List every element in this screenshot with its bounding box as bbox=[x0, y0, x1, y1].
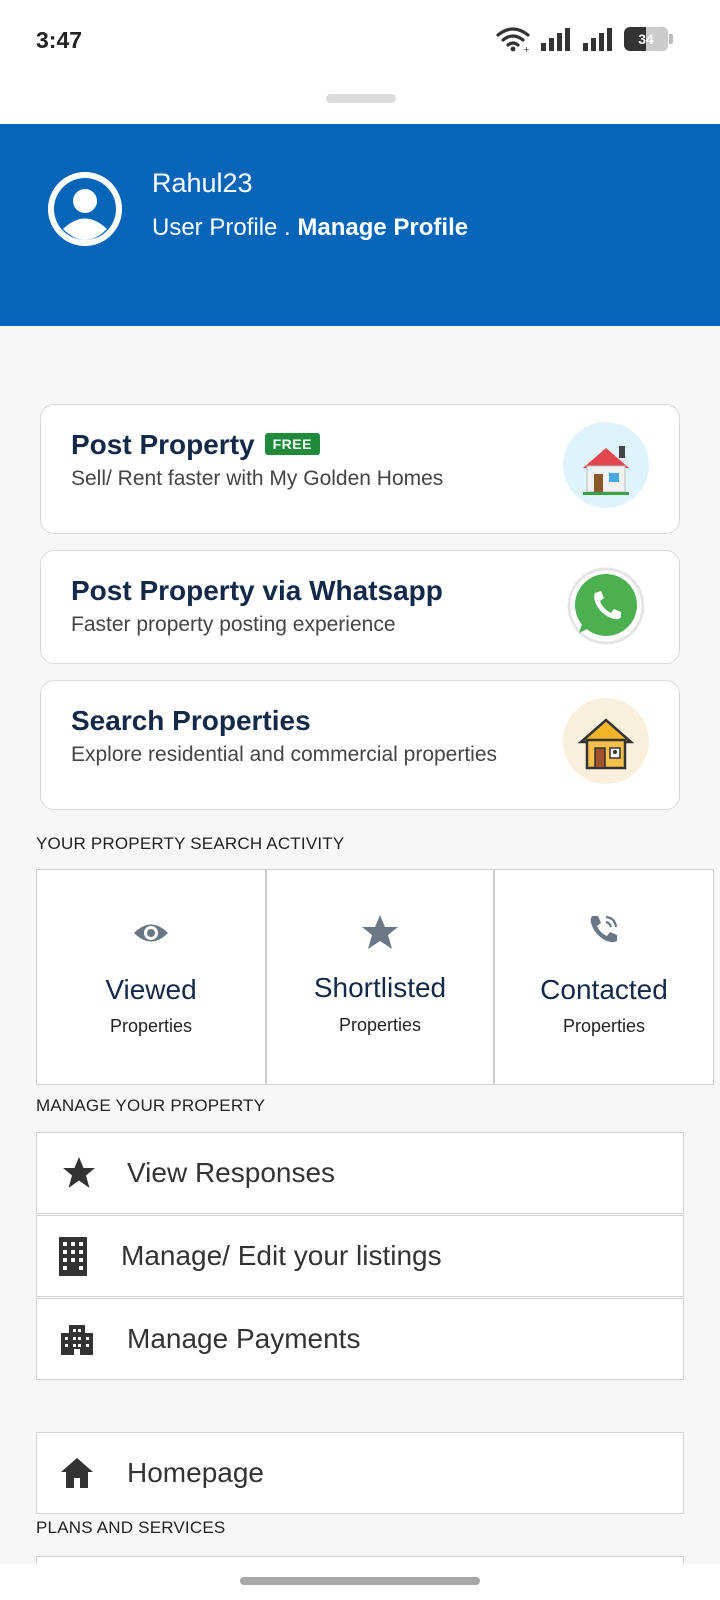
star-icon bbox=[362, 915, 398, 949]
contacted-title: Contacted bbox=[540, 974, 668, 1005]
building-icon bbox=[59, 1237, 87, 1276]
contacted-properties-tile[interactable]: Contacted Properties bbox=[494, 869, 714, 1085]
home-search-icon bbox=[563, 698, 649, 784]
viewed-title: Viewed bbox=[105, 974, 197, 1005]
manage-section-label: MANAGE YOUR PROPERTY bbox=[36, 1096, 266, 1115]
whatsapp-subtitle: Faster property posting experience bbox=[71, 613, 396, 636]
office-icon bbox=[61, 1325, 93, 1355]
battery-icon: 34 bbox=[624, 27, 673, 51]
eye-icon bbox=[134, 924, 168, 942]
post-property-title: Post Property FREE bbox=[71, 429, 320, 461]
post-property-subtitle: Sell/ Rent faster with My Golden Homes bbox=[71, 467, 444, 490]
whatsapp-icon bbox=[563, 563, 649, 649]
manage-payments-label: Manage Payments bbox=[127, 1323, 361, 1354]
view-responses-label: View Responses bbox=[127, 1157, 336, 1188]
profile-label: User Profile . bbox=[152, 214, 298, 241]
free-badge: FREE bbox=[264, 433, 320, 455]
sheet-top bbox=[0, 84, 720, 124]
home-icon bbox=[61, 1458, 93, 1488]
search-properties-card[interactable]: Search Properties Explore residential an… bbox=[40, 680, 680, 810]
house-icon bbox=[563, 422, 649, 508]
shortlisted-properties-tile[interactable]: Shortlisted Properties bbox=[266, 869, 494, 1085]
homepage-label: Homepage bbox=[127, 1457, 264, 1488]
contacted-subtitle: Properties bbox=[562, 1016, 646, 1036]
search-properties-subtitle: Explore residential and commercial prope… bbox=[71, 743, 498, 766]
manage-profile-link[interactable]: Manage Profile bbox=[297, 214, 468, 241]
manage-payments-row[interactable]: Manage Payments bbox=[36, 1298, 684, 1380]
battery-level: 34 bbox=[638, 31, 654, 47]
manage-listings-label: Manage/ Edit your listings bbox=[121, 1240, 442, 1271]
viewed-subtitle: Properties bbox=[109, 1016, 193, 1036]
shortlisted-title: Shortlisted bbox=[313, 972, 447, 1003]
view-responses-row[interactable]: View Responses bbox=[36, 1132, 684, 1214]
status-time: 3:47 bbox=[36, 27, 83, 53]
profile-username: Rahul23 bbox=[152, 168, 253, 198]
viewed-properties-tile[interactable]: Viewed Properties bbox=[36, 869, 266, 1085]
wifi-icon: + bbox=[496, 27, 530, 52]
star-icon bbox=[63, 1157, 95, 1188]
home-indicator[interactable] bbox=[240, 1577, 480, 1585]
drag-handle[interactable] bbox=[326, 94, 396, 103]
plans-section-label: PLANS AND SERVICES bbox=[36, 1518, 226, 1537]
profile-subtitle: User Profile . Manage Profile bbox=[152, 214, 468, 242]
search-properties-title: Search Properties bbox=[71, 705, 311, 736]
whatsapp-title: Post Property via Whatsapp bbox=[71, 575, 443, 606]
signal-icon bbox=[583, 28, 612, 51]
status-icons: + 34 bbox=[496, 26, 673, 52]
manage-listings-row[interactable]: Manage/ Edit your listings bbox=[36, 1215, 684, 1297]
profile-header: Rahul23 User Profile . Manage Profile bbox=[0, 124, 720, 326]
post-property-title-text: Post Property bbox=[71, 429, 255, 460]
avatar-icon[interactable] bbox=[48, 172, 122, 246]
whatsapp-card[interactable]: Post Property via Whatsapp Faster proper… bbox=[40, 550, 680, 664]
homepage-row[interactable]: Homepage bbox=[36, 1432, 684, 1514]
activity-section-label: YOUR PROPERTY SEARCH ACTIVITY bbox=[36, 834, 345, 853]
phone-call-icon bbox=[590, 915, 618, 943]
post-property-card[interactable]: Post Property FREE Sell/ Rent faster with… bbox=[40, 404, 680, 534]
status-bar: 3:47 + 34 bbox=[0, 0, 720, 84]
signal-icon bbox=[541, 28, 570, 51]
shortlisted-subtitle: Properties bbox=[338, 1015, 422, 1035]
svg-text:+: + bbox=[523, 45, 530, 52]
